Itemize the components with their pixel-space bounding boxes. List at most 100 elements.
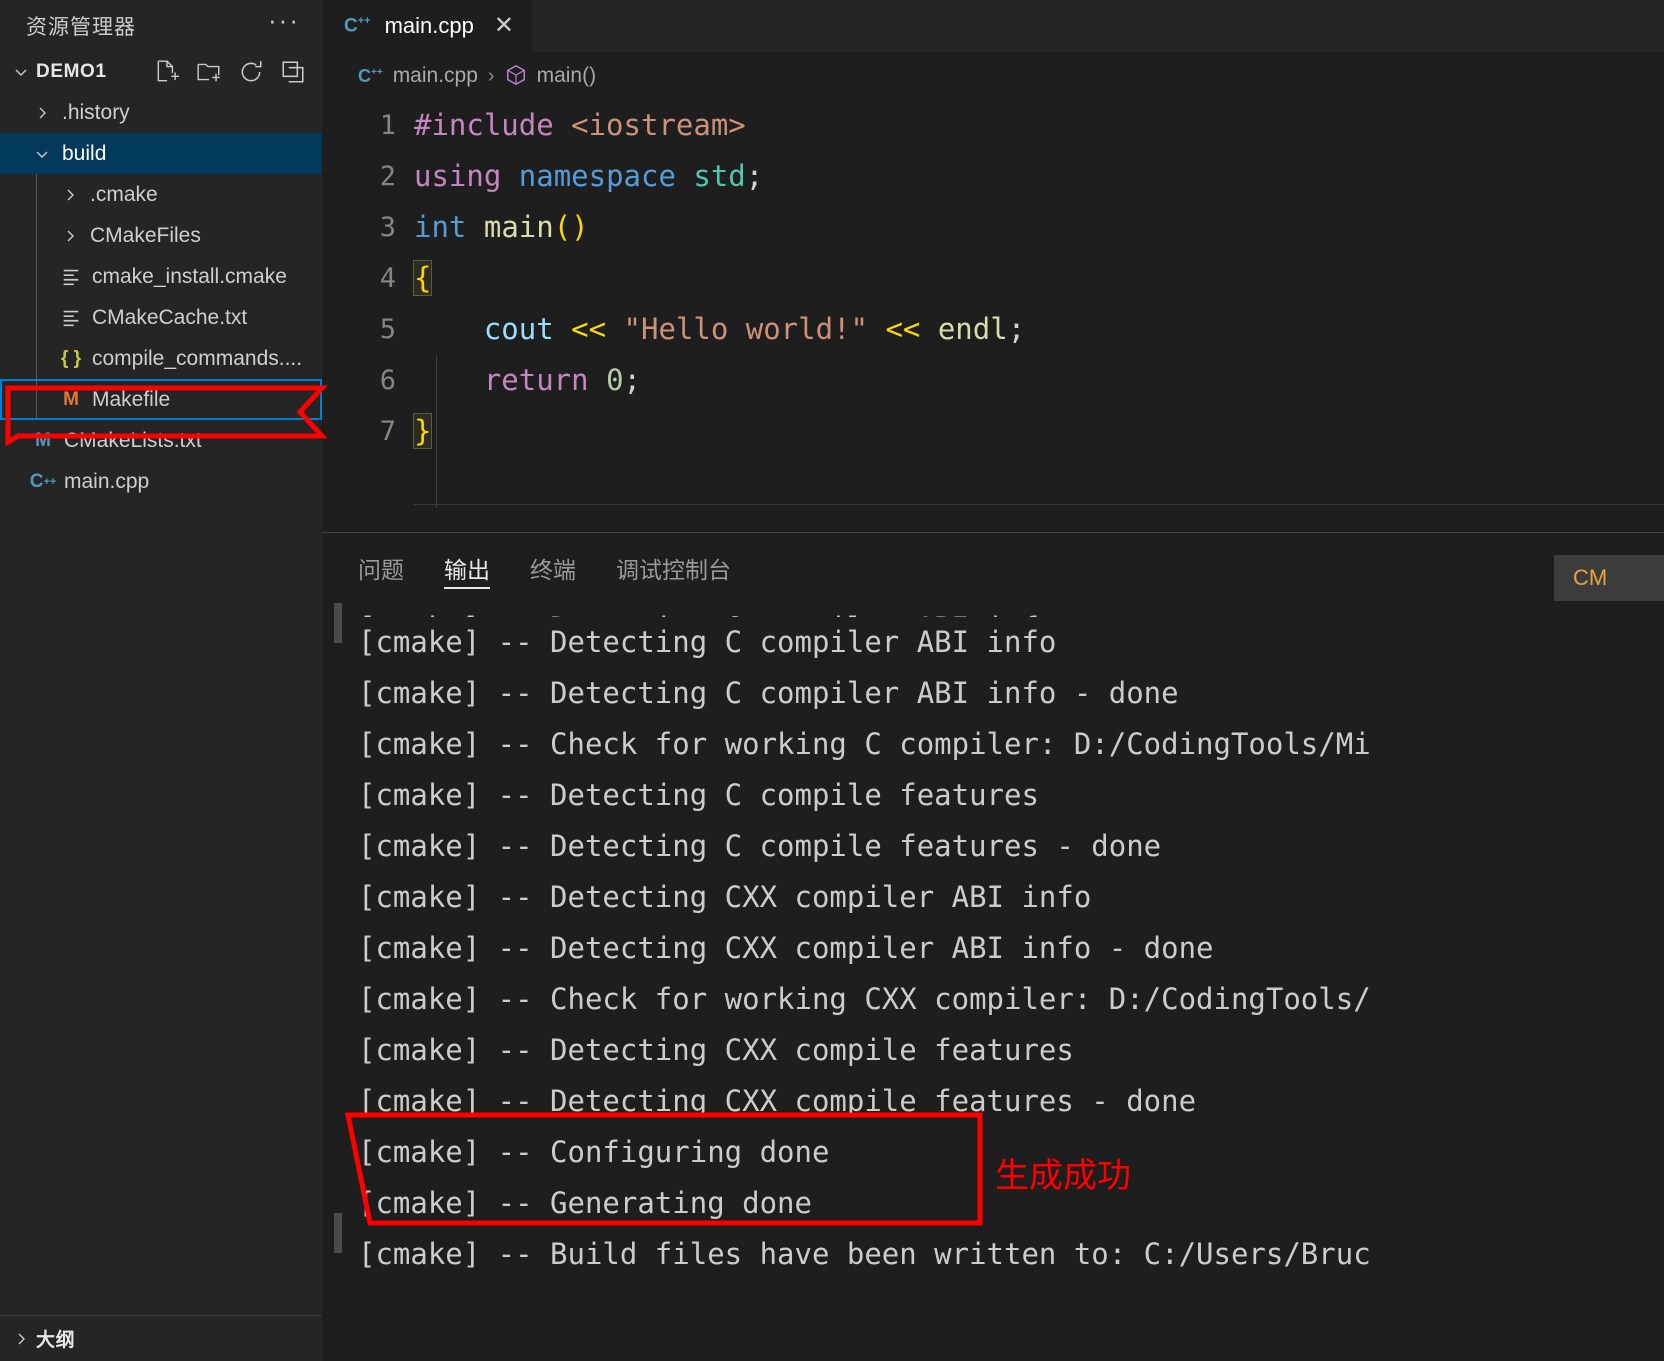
code-line: 2 using namespace std; <box>322 151 1664 202</box>
code-line: 4{ <box>322 253 1664 304</box>
output-line: [cmake] -- Detecting CXX compiler ABI in… <box>358 931 1214 965</box>
close-icon[interactable]: ✕ <box>494 14 514 38</box>
line-number: 7 <box>379 416 396 447</box>
line-number: 3 <box>379 212 396 243</box>
output-line: [cmake] -- Check for working CXX compile… <box>358 982 1371 1016</box>
bottom-panel: 问题 输出 终端 调试控制台 CM [cmake] -- Detecting C… <box>322 532 1664 1361</box>
current-line-top-border <box>414 504 1664 505</box>
output-line: [cmake] -- Detecting CXX compiler ABI in… <box>358 880 1092 914</box>
outline-label: 大纲 <box>36 1330 76 1351</box>
json-file-icon: { } <box>60 347 82 369</box>
output-view[interactable]: [cmake] -- Detecting C compiler ABI info… <box>322 603 1664 1361</box>
output-line: [cmake] -- Check for working C compiler:… <box>358 727 1371 761</box>
code-text: cout << "Hello world!" << endl; <box>483 312 1026 346</box>
tree-item-cmake-install[interactable]: cmake_install.cmake <box>0 256 322 297</box>
text-file-icon <box>56 266 86 288</box>
cpp-file-icon: C++ <box>29 470 57 492</box>
editor-area: C++ main.cpp ✕ C++ main.cpp › main() 1 #i… <box>322 0 1664 1361</box>
collapse-all-icon[interactable] <box>280 59 306 85</box>
tree-item-cmakelists[interactable]: M CMakeLists.txt <box>0 420 322 461</box>
vscode-window: 资源管理器 ··· DEMO1 .history build .cmake CM… <box>0 0 1664 1361</box>
line-number: 6 <box>379 365 396 396</box>
explorer-header: 资源管理器 ··· <box>0 0 322 52</box>
tree-item-label: CMakeFiles <box>90 223 201 247</box>
chevron-right-icon <box>8 1331 34 1347</box>
tab-debug-console[interactable]: 调试控制台 <box>616 533 731 603</box>
code-text: using namespace std; <box>414 159 764 193</box>
output-lines: [cmake] -- Detecting C compiler ABI info… <box>358 603 1664 1280</box>
output-channel-select[interactable]: CM <box>1554 555 1664 601</box>
tree-item-label: main.cpp <box>64 469 150 493</box>
method-symbol-icon <box>505 64 527 88</box>
tab-label: main.cpp <box>384 13 474 38</box>
code-text: } <box>412 413 433 449</box>
tree-item-compile-commands[interactable]: { } compile_commands.... <box>0 338 322 379</box>
code-text: return 0; <box>483 363 642 397</box>
code-line: 1 #include <iostream> <box>322 100 1664 151</box>
line-number: 1 <box>379 110 396 141</box>
explorer-more-actions-icon[interactable]: ··· <box>268 7 300 37</box>
tree-item-makefile[interactable]: M Makefile <box>0 379 322 420</box>
tree-item-cmake[interactable]: .cmake <box>0 174 322 215</box>
code-text: int main() <box>414 210 589 244</box>
output-line: [cmake] -- Detecting CXX compile feature… <box>358 1033 1074 1067</box>
code-text: { <box>412 260 433 296</box>
explorer-actions <box>154 59 322 85</box>
refresh-icon[interactable] <box>238 59 264 85</box>
outline-section-header[interactable]: 大纲 <box>0 1315 322 1361</box>
breadcrumb-file[interactable]: main.cpp <box>393 64 478 88</box>
output-line: [cmake] -- Configuring done <box>358 1135 830 1169</box>
code-text: #include <iostream> <box>414 108 746 142</box>
cpp-file-icon: C++ <box>358 65 383 86</box>
tab-output[interactable]: 输出 <box>444 533 490 603</box>
output-line: [cmake] -- Generating done <box>358 1186 812 1220</box>
panel-tabs: 问题 输出 终端 调试控制台 CM <box>322 533 1664 603</box>
line-number: 5 <box>379 314 396 345</box>
makefile-icon: M <box>63 388 79 410</box>
code-line: 3 int main() <box>322 202 1664 253</box>
cmake-file-icon: M <box>35 429 51 451</box>
tree-item-label: build <box>62 141 107 165</box>
tree-item-build[interactable]: build <box>0 133 322 174</box>
text-file-icon <box>56 307 86 329</box>
output-line: [cmake] -- Detecting C compile features <box>358 778 1039 812</box>
output-scrollbar[interactable] <box>334 603 342 643</box>
new-file-icon[interactable] <box>154 59 180 85</box>
cpp-file-icon: C++ <box>344 14 371 37</box>
tab-main-cpp[interactable]: C++ main.cpp ✕ <box>322 0 532 52</box>
tree-item-label: .history <box>62 100 130 124</box>
tab-terminal[interactable]: 终端 <box>530 533 576 603</box>
breadcrumb-symbol[interactable]: main() <box>537 64 597 88</box>
output-line: [cmake] -- Build files have been written… <box>358 1237 1371 1271</box>
breadcrumb: C++ main.cpp › main() <box>322 52 1664 100</box>
new-folder-icon[interactable] <box>196 59 222 85</box>
output-line: [cmake] -- Detecting C compile features … <box>358 829 1162 863</box>
chevron-right-icon <box>28 105 56 121</box>
build-children: .cmake CMakeFiles cmake_install.cmake CM… <box>0 174 322 420</box>
file-tree: .history build .cmake CMakeFiles cmake_i… <box>0 92 322 502</box>
tree-item-cmakefiles[interactable]: CMakeFiles <box>0 215 322 256</box>
code-line: 7} <box>322 406 1664 457</box>
explorer-sidebar: 资源管理器 ··· DEMO1 .history build .cmake CM… <box>0 0 322 1361</box>
line-number: 2 <box>379 161 396 192</box>
output-line: [cmake] -- Detecting C compiler ABI info <box>358 603 1664 617</box>
chevron-right-icon: › <box>487 64 495 87</box>
tree-item-label: CMakeLists.txt <box>64 428 202 452</box>
tree-item-label: Makefile <box>92 387 171 411</box>
tree-item-cmakecache[interactable]: CMakeCache.txt <box>0 297 322 338</box>
chevron-down-icon <box>28 146 56 162</box>
chevron-right-icon <box>56 228 84 244</box>
output-scrollbar-thumb[interactable] <box>334 1213 342 1253</box>
tree-item-label: CMakeCache.txt <box>92 305 248 329</box>
tree-item-label: compile_commands.... <box>92 346 303 370</box>
output-line: [cmake] -- Detecting C compiler ABI info <box>358 625 1057 659</box>
code-line: 5 cout << "Hello world!" << endl; <box>322 304 1664 355</box>
tree-item-history[interactable]: .history <box>0 92 322 133</box>
tree-item-main-cpp[interactable]: C ++ main.cpp <box>0 461 322 502</box>
code-lines: 1 #include <iostream> 2 using namespace std… <box>322 100 1664 457</box>
line-number: 4 <box>379 263 396 294</box>
code-editor[interactable]: 1 #include <iostream> 2 using namespace std… <box>322 100 1664 532</box>
project-section-header[interactable]: DEMO1 <box>0 52 322 92</box>
chevron-right-icon <box>56 187 84 203</box>
tab-problems[interactable]: 问题 <box>358 533 404 603</box>
